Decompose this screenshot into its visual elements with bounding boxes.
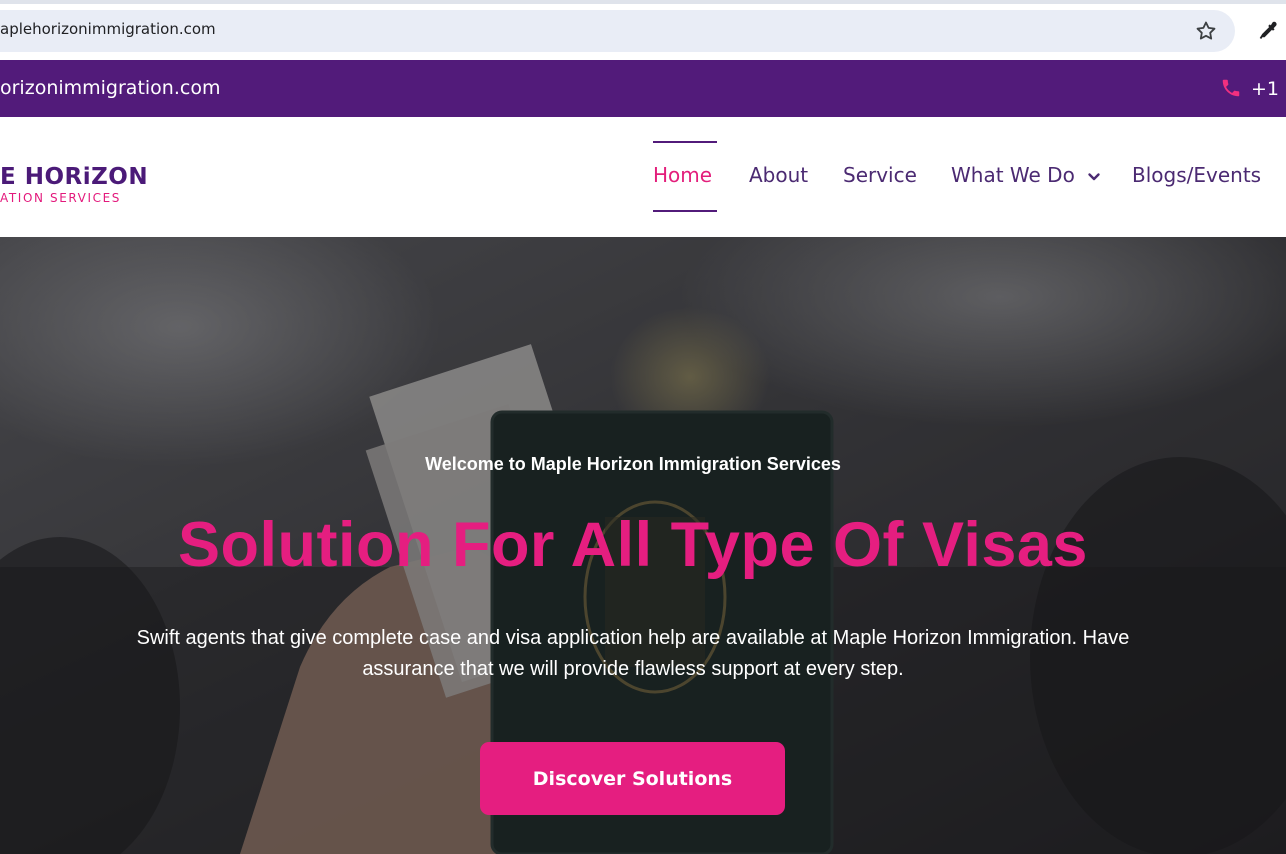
nav-item-about[interactable]: About	[749, 163, 808, 187]
logo-wordmark[interactable]: E HORiZON	[0, 164, 148, 190]
hero-description: Swift agents that give complete case and…	[136, 627, 1130, 680]
contact-email[interactable]: orizonimmigration.com	[0, 77, 220, 99]
contact-topbar: orizonimmigration.com +1 (	[0, 60, 1286, 117]
discover-solutions-button[interactable]: Discover Solutions	[480, 742, 785, 815]
hero-title: Solution For All Type Of Visas	[178, 510, 1088, 580]
discover-solutions-label: Discover Solutions	[532, 767, 733, 790]
nav-item-service[interactable]: Service	[843, 163, 917, 187]
site-header: E HORiZON ATION SERVICES Home About Serv…	[0, 117, 1286, 237]
browser-chrome: aplehorizonimmigration.com	[0, 0, 1286, 60]
eyedropper-icon[interactable]	[1256, 19, 1280, 43]
hero-welcome-text: Welcome to Maple Horizon Immigration Ser…	[425, 454, 841, 474]
tab-strip-edge	[0, 0, 1286, 4]
chevron-down-icon[interactable]	[1087, 170, 1101, 184]
nav-item-blogs-events[interactable]: Blogs/Events	[1132, 163, 1261, 187]
nav-item-what-we-do[interactable]: What We Do	[951, 163, 1075, 187]
bookmark-star-icon[interactable]	[1194, 19, 1218, 43]
contact-phone[interactable]: +1 (	[1251, 78, 1286, 100]
nav-item-home[interactable]: Home	[653, 163, 712, 187]
url-text[interactable]: aplehorizonimmigration.com	[0, 20, 216, 38]
hero-section: Welcome to Maple Horizon Immigration Ser…	[0, 237, 1286, 854]
nav-active-indicator-top	[653, 141, 717, 143]
nav-active-indicator-bottom	[653, 210, 717, 212]
logo-tagline[interactable]: ATION SERVICES	[0, 191, 121, 205]
phone-icon	[1222, 79, 1240, 97]
